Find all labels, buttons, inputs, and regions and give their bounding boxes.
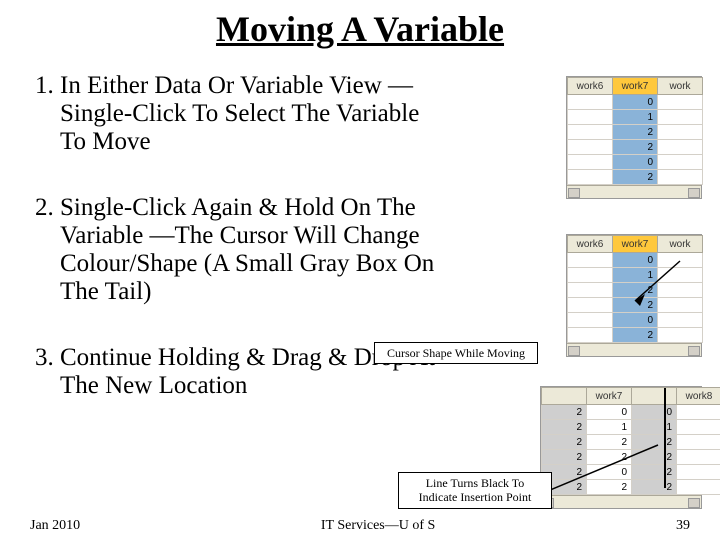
cell xyxy=(658,140,703,155)
screenshot-select-variable: work6work7work 012202 xyxy=(566,76,702,199)
cursor-arrow-indicator xyxy=(620,256,690,316)
cell xyxy=(568,328,613,343)
cell: 0 xyxy=(587,405,632,420)
cell xyxy=(658,110,703,125)
cell: 0 xyxy=(613,155,658,170)
cell: 2 xyxy=(613,140,658,155)
cell xyxy=(568,155,613,170)
cell xyxy=(568,298,613,313)
callout-leader-line xyxy=(550,440,670,500)
cell xyxy=(677,465,720,480)
cell xyxy=(568,283,613,298)
cell xyxy=(677,405,720,420)
column-header xyxy=(542,388,587,405)
footer-date: Jan 2010 xyxy=(30,518,80,534)
cell xyxy=(568,253,613,268)
cell xyxy=(568,268,613,283)
cell xyxy=(677,435,720,450)
column-header: work6 xyxy=(568,236,613,253)
column-header: work xyxy=(658,78,703,95)
cell xyxy=(658,155,703,170)
callout-insertion-line: Line Turns Black To Indicate Insertion P… xyxy=(398,472,552,509)
scrollbar-horizontal xyxy=(567,343,701,356)
cell: 1 xyxy=(613,110,658,125)
cell xyxy=(677,420,720,435)
footer-page-number: 39 xyxy=(676,518,690,534)
cell: 1 xyxy=(587,420,632,435)
cell xyxy=(568,125,613,140)
column-header: work6 xyxy=(568,78,613,95)
cell xyxy=(658,125,703,140)
cell xyxy=(568,140,613,155)
cell xyxy=(677,480,720,495)
cell xyxy=(568,170,613,185)
column-header: work8 xyxy=(677,388,720,405)
column-header: work7 xyxy=(613,78,658,95)
cell xyxy=(658,95,703,110)
column-header: work7 xyxy=(587,388,632,405)
cell xyxy=(568,95,613,110)
cell xyxy=(658,170,703,185)
cell: 2 xyxy=(542,420,587,435)
scrollbar-horizontal xyxy=(567,185,701,198)
footer-center: IT Services—U of S xyxy=(321,518,435,534)
cell xyxy=(677,450,720,465)
column-header xyxy=(632,388,677,405)
cell xyxy=(568,313,613,328)
callout-cursor-shape: Cursor Shape While Moving xyxy=(374,342,538,364)
cell xyxy=(568,110,613,125)
column-header: work7 xyxy=(613,236,658,253)
cell: 0 xyxy=(613,95,658,110)
cell: 2 xyxy=(542,405,587,420)
slide-title: Moving A Variable xyxy=(0,8,720,50)
cell: 2 xyxy=(613,125,658,140)
column-header: work xyxy=(658,236,703,253)
cell: 0 xyxy=(632,405,677,420)
cell: 1 xyxy=(632,420,677,435)
cell: 2 xyxy=(613,170,658,185)
cell xyxy=(658,328,703,343)
cell: 2 xyxy=(613,328,658,343)
